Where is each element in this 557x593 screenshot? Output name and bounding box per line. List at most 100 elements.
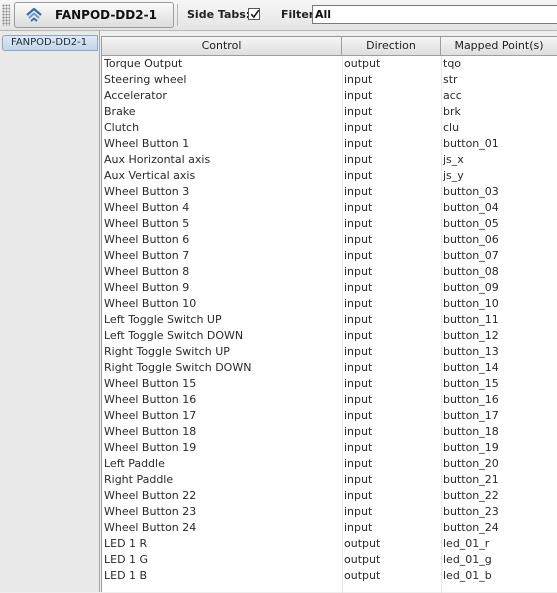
table-row[interactable]: LED 1 G output led_01_g: [102, 552, 557, 568]
mapped-point-cell: js_y: [443, 169, 464, 182]
direction-cell: input: [344, 153, 373, 166]
mapped-point-cell: button_06: [443, 233, 499, 246]
column-header-direction[interactable]: Direction: [342, 37, 441, 56]
checkmark-icon: [250, 9, 260, 19]
device-button[interactable]: FANPOD-DD2-1: [14, 2, 174, 28]
filter-input[interactable]: [312, 5, 557, 24]
mapped-point-cell: button_14: [443, 361, 499, 374]
control-cell: Accelerator: [104, 89, 167, 102]
control-cell: Aux Horizontal axis: [104, 153, 211, 166]
control-cell: Wheel Button 24: [104, 521, 197, 534]
direction-cell: input: [344, 425, 373, 438]
mapped-point-cell: led_01_g: [443, 553, 492, 566]
table-row[interactable]: Wheel Button 9 input button_09: [102, 280, 557, 296]
mapped-point-cell: button_17: [443, 409, 499, 422]
table-row[interactable]: Left Toggle Switch UP input button_11: [102, 312, 557, 328]
toolbar-separator: [177, 4, 178, 26]
column-header-mapped-points[interactable]: Mapped Point(s): [441, 37, 557, 56]
control-cell: Wheel Button 4: [104, 201, 190, 214]
mapped-point-cell: button_18: [443, 425, 499, 438]
control-cell: Wheel Button 8: [104, 265, 190, 278]
column-header-control[interactable]: Control: [102, 37, 342, 56]
table-row[interactable]: Brake input brk: [102, 104, 557, 120]
control-cell: Left Toggle Switch DOWN: [104, 329, 244, 342]
mapped-point-cell: button_10: [443, 297, 499, 310]
side-tabs-label: Side Tabs:: [187, 8, 251, 21]
direction-cell: output: [344, 57, 381, 70]
table-row[interactable]: Clutch input clu: [102, 120, 557, 136]
mapped-point-cell: button_09: [443, 281, 499, 294]
toolbar: FANPOD-DD2-1 Side Tabs: Filter:: [0, 0, 557, 31]
tab-fanpod-dd2-1[interactable]: FANPOD-DD2-1: [2, 35, 98, 51]
table-row[interactable]: Left Toggle Switch DOWN input button_12: [102, 328, 557, 344]
direction-cell: input: [344, 457, 373, 470]
table-row[interactable]: Wheel Button 23 input button_23: [102, 504, 557, 520]
control-cell: Torque Output: [104, 57, 183, 70]
table-header: Control Direction Mapped Point(s): [102, 37, 557, 56]
table-row[interactable]: Wheel Button 18 input button_18: [102, 424, 557, 440]
mapping-table: Control Direction Mapped Point(s) Torque…: [101, 36, 557, 593]
table-row[interactable]: Wheel Button 7 input button_07: [102, 248, 557, 264]
direction-cell: input: [344, 409, 373, 422]
table-row[interactable]: Wheel Button 1 input button_01: [102, 136, 557, 152]
control-cell: LED 1 G: [104, 553, 149, 566]
table-row[interactable]: Torque Output output tqo: [102, 56, 557, 72]
table-row[interactable]: Right Toggle Switch DOWN input button_14: [102, 360, 557, 376]
mapped-point-cell: button_12: [443, 329, 499, 342]
table-row[interactable]: LED 1 R output led_01_r: [102, 536, 557, 552]
table-row[interactable]: Aux Horizontal axis input js_x: [102, 152, 557, 168]
device-cycle-icon: [25, 7, 43, 23]
direction-cell: input: [344, 361, 373, 374]
mapped-point-cell: button_15: [443, 377, 499, 390]
control-cell: Left Paddle: [104, 457, 165, 470]
mapped-point-cell: button_23: [443, 505, 499, 518]
table-row[interactable]: Wheel Button 3 input button_03: [102, 184, 557, 200]
control-cell: Right Toggle Switch UP: [104, 345, 230, 358]
side-tabs-checkbox[interactable]: [248, 8, 260, 20]
control-cell: Wheel Button 9: [104, 281, 190, 294]
mapped-point-cell: button_22: [443, 489, 499, 502]
table-row[interactable]: Right Toggle Switch UP input button_13: [102, 344, 557, 360]
side-tab-strip: FANPOD-DD2-1: [0, 31, 100, 592]
control-cell: Aux Vertical axis: [104, 169, 196, 182]
control-cell: Clutch: [104, 121, 140, 134]
mapped-point-cell: button_04: [443, 201, 499, 214]
table-row[interactable]: Wheel Button 17 input button_17: [102, 408, 557, 424]
table-row[interactable]: Wheel Button 4 input button_04: [102, 200, 557, 216]
table-row[interactable]: Steering wheel input str: [102, 72, 557, 88]
control-cell: Wheel Button 23: [104, 505, 197, 518]
mapped-point-cell: button_19: [443, 441, 499, 454]
table-row[interactable]: Wheel Button 22 input button_22: [102, 488, 557, 504]
direction-cell: input: [344, 521, 373, 534]
mapped-point-cell: button_03: [443, 185, 499, 198]
direction-cell: output: [344, 537, 381, 550]
table-row[interactable]: Accelerator input acc: [102, 88, 557, 104]
mapped-point-cell: button_05: [443, 217, 499, 230]
mapped-point-cell: button_11: [443, 313, 499, 326]
table-row[interactable]: Aux Vertical axis input js_y: [102, 168, 557, 184]
table-row[interactable]: Wheel Button 6 input button_06: [102, 232, 557, 248]
direction-cell: input: [344, 121, 373, 134]
control-cell: Wheel Button 18: [104, 425, 197, 438]
table-row[interactable]: Left Paddle input button_20: [102, 456, 557, 472]
toolbar-grip-handle[interactable]: [2, 4, 10, 26]
control-cell: Wheel Button 22: [104, 489, 197, 502]
table-row[interactable]: Wheel Button 24 input button_24: [102, 520, 557, 536]
table-row[interactable]: Wheel Button 16 input button_16: [102, 392, 557, 408]
table-row[interactable]: Wheel Button 15 input button_15: [102, 376, 557, 392]
table-row[interactable]: Wheel Button 8 input button_08: [102, 264, 557, 280]
mapped-point-cell: button_13: [443, 345, 499, 358]
table-row[interactable]: Right Paddle input button_21: [102, 472, 557, 488]
table-row[interactable]: LED 1 B output led_01_b: [102, 568, 557, 584]
direction-cell: input: [344, 201, 373, 214]
mapped-point-cell: js_x: [443, 153, 464, 166]
mapped-point-cell: button_07: [443, 249, 499, 262]
control-cell: Wheel Button 17: [104, 409, 197, 422]
mapped-point-cell: button_21: [443, 473, 499, 486]
table-row[interactable]: Wheel Button 5 input button_05: [102, 216, 557, 232]
table-row[interactable]: Wheel Button 10 input button_10: [102, 296, 557, 312]
direction-cell: input: [344, 473, 373, 486]
control-cell: Wheel Button 10: [104, 297, 197, 310]
table-row[interactable]: Wheel Button 19 input button_19: [102, 440, 557, 456]
control-cell: Wheel Button 15: [104, 377, 197, 390]
